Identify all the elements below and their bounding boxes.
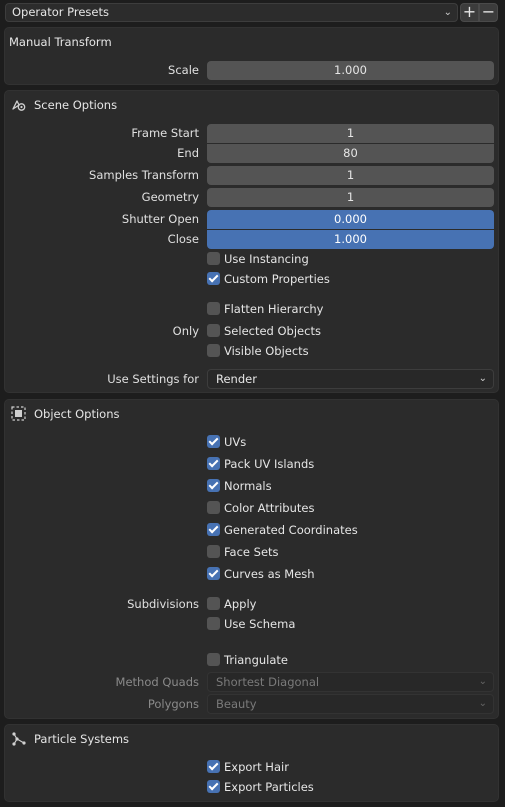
uvs-checkbox[interactable]: UVs [207,434,246,450]
only-label: Only [172,324,199,338]
shutter-open-field[interactable]: 0.000 [207,210,494,229]
checkmark-icon [207,479,220,492]
curves-as-mesh-checkbox[interactable]: Curves as Mesh [207,566,315,582]
pack-uv-islands-checkbox[interactable]: Pack UV Islands [207,456,314,472]
chevron-down-icon: ⌄ [478,676,487,687]
method-quads-dropdown: Shortest Diagonal ⌄ [207,672,494,692]
export-hair-checkbox[interactable]: Export Hair [207,759,289,775]
scale-field[interactable]: 1.000 [207,61,494,80]
samples-transform-field[interactable]: 1 [207,166,494,185]
end-label: End [177,146,199,160]
checkbox-unchecked [207,324,220,337]
method-quads-label: Method Quads [115,675,199,689]
operator-presets-label: Operator Presets [12,5,109,19]
object-options-title: Object Options [34,407,120,421]
custom-properties-checkbox[interactable]: Custom Properties [207,271,330,287]
chevron-down-icon: ⌄ [478,698,487,709]
selected-objects-checkbox[interactable]: Selected Objects [207,323,321,339]
use-settings-value: Render [216,372,257,386]
flatten-hierarchy-checkbox[interactable]: Flatten Hierarchy [207,301,323,317]
add-preset-button[interactable]: + [460,3,479,22]
end-field[interactable]: 80 [207,144,494,163]
checkbox-unchecked [207,653,220,666]
object-icon [11,406,26,421]
geometry-label: Geometry [141,190,199,204]
particle-systems-title: Particle Systems [34,732,130,746]
close-label: Close [167,232,199,246]
export-particles-checkbox[interactable]: Export Particles [207,779,314,795]
frame-start-field[interactable]: 1 [207,124,494,143]
triangulate-checkbox[interactable]: Triangulate [207,652,288,668]
checkmark-icon [207,457,220,470]
checkmark-icon [207,435,220,448]
manual-transform-title: Manual Transform [9,35,112,49]
normals-checkbox[interactable]: Normals [207,478,272,494]
use-schema-checkbox[interactable]: Use Schema [207,616,295,632]
checkbox-unchecked [207,617,220,630]
subdivisions-label: Subdivisions [127,597,199,611]
checkmark-icon [207,760,220,773]
checkbox-unchecked [207,545,220,558]
chevron-down-icon: ⌄ [443,7,452,18]
use-settings-dropdown[interactable]: Render ⌄ [207,369,494,389]
face-sets-checkbox[interactable]: Face Sets [207,544,279,560]
polygons-dropdown: Beauty ⌄ [207,694,494,714]
chevron-down-icon: ⌄ [478,373,487,384]
polygons-label: Polygons [147,697,199,711]
color-attributes-checkbox[interactable]: Color Attributes [207,500,314,516]
scale-label: Scale [168,63,199,77]
scene-options-title: Scene Options [34,98,118,112]
checkbox-unchecked [207,302,220,315]
checkmark-icon [207,780,220,793]
apply-checkbox[interactable]: Apply [207,596,256,612]
particles-icon [11,731,26,746]
checkmark-icon [207,523,220,536]
checkbox-unchecked [207,344,220,357]
scene-icon [11,97,26,111]
checkbox-unchecked [207,252,220,265]
checkbox-unchecked [207,597,220,610]
checkmark-icon [207,567,220,580]
checkbox-unchecked [207,501,220,514]
remove-preset-button[interactable]: − [479,3,498,22]
frame-start-label: Frame Start [131,126,199,140]
samples-transform-label: Samples Transform [89,168,199,182]
use-settings-label: Use Settings for [107,372,199,386]
close-field[interactable]: 1.000 [207,230,494,249]
method-quads-value: Shortest Diagonal [216,675,320,689]
polygons-value: Beauty [216,697,257,711]
operator-presets-select[interactable]: Operator Presets ⌄ [5,3,458,22]
checkmark-icon [207,272,220,285]
geometry-field[interactable]: 1 [207,188,494,207]
shutter-open-label: Shutter Open [121,212,199,226]
generated-coordinates-checkbox[interactable]: Generated Coordinates [207,522,358,538]
use-instancing-checkbox[interactable]: Use Instancing [207,251,309,267]
visible-objects-checkbox[interactable]: Visible Objects [207,343,309,359]
